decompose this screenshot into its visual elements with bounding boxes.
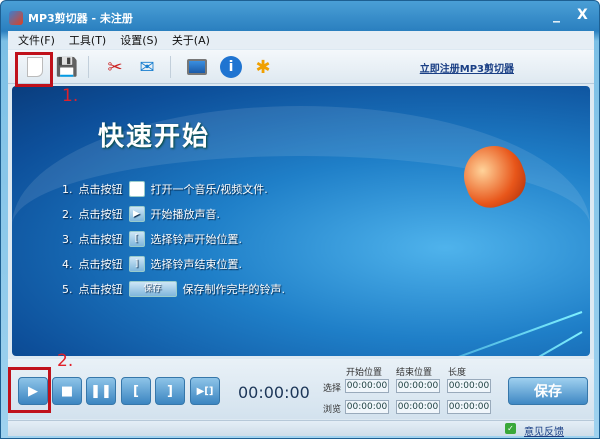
menu-bar: 文件(F) 工具(T) 设置(S) 关于(A) [8,31,594,49]
mark-start-icon: [ [128,231,145,247]
header-end: 结束位置 [396,368,433,378]
menu-about[interactable]: 关于(A) [172,32,210,48]
app-icon [9,11,23,25]
select-start-field[interactable]: 00:00:00 [345,379,389,393]
save-button[interactable]: 保存 [508,377,588,405]
annotation-box-1 [15,52,53,87]
step-1: 1. 点击按钮 打开一个音乐/视频文件. [62,181,268,197]
screen-icon[interactable] [184,54,210,80]
quick-start-panel: 快速开始 1. 点击按钮 打开一个音乐/视频文件. 2. 点击按钮 ▶ 开始播放声音. 3… [12,86,590,356]
select-end-field[interactable]: 00:00:00 [396,379,440,393]
row-label-browse: 浏览 [323,405,342,415]
pause-button[interactable]: ❚❚ [86,377,116,405]
row-label-select: 选择 [323,384,342,394]
toolbar-separator [88,56,89,78]
annotation-label-2: 2. [57,351,74,371]
annotation-label-1: 1. [62,86,79,106]
play-icon: ▶ [128,206,145,222]
status-bar: ✓ 意见反馈 [8,420,594,438]
save-button-sample: 保存 [128,281,177,297]
menu-tools[interactable]: 工具(T) [69,32,106,48]
play-selection-button[interactable]: ▶[] [190,377,220,405]
info-icon[interactable]: i [218,54,244,80]
title-bar: MP3剪切器 - 未注册 [9,9,133,27]
mark-start-button[interactable]: [ [121,377,151,405]
scissors-icon[interactable]: ✂ [102,54,128,80]
annotation-box-2 [8,367,51,413]
browse-end-field[interactable]: 00:00:00 [396,400,440,414]
step-4: 4. 点击按钮] 选择铃声结束位置. [62,256,242,272]
toolbar: 💾 ✂ ✉ i ✱ 立即注册MP3剪切器 [8,50,594,84]
step-5: 5. 点击按钮 保存 保存制作完毕的铃声. [62,281,285,297]
header-length: 长度 [448,368,467,378]
browse-start-field[interactable]: 00:00:00 [345,400,389,414]
mail-icon[interactable]: ✉ [134,54,160,80]
save-disk-icon[interactable]: 💾 [54,54,80,80]
feedback-link[interactable]: 意见反馈 [524,423,564,438]
close-button[interactable]: X [577,7,588,23]
toolbar-separator [170,56,171,78]
stop-button[interactable]: ■ [52,377,82,405]
playback-controls: ▶ ■ ❚❚ [ ] ▶[] 00:00:00 开始位置 结束位置 长度 选择 … [8,359,594,419]
person-icon[interactable]: ✱ [250,54,276,80]
step-3: 3. 点击按钮[选择铃声开始位置. [62,231,242,247]
header-start: 开始位置 [346,368,383,378]
minimize-button[interactable]: _ [553,7,560,23]
step-2: 2. 点击按钮 ▶ 开始播放声音. [62,206,220,222]
current-time: 00:00:00 [238,383,310,402]
app-window: MP3剪切器 - 未注册 _ X 文件(F) 工具(T) 设置(S) 关于(A)… [0,0,600,439]
browse-length-field[interactable]: 00:00:00 [447,400,491,414]
menu-file[interactable]: 文件(F) [18,32,55,48]
menu-settings[interactable]: 设置(S) [120,32,158,48]
mark-end-button[interactable]: ] [155,377,185,405]
open-file-icon [128,181,145,197]
select-length-field[interactable]: 00:00:00 [447,379,491,393]
client-area: 文件(F) 工具(T) 设置(S) 关于(A) 💾 ✂ ✉ i ✱ 立即注册MP… [8,31,594,438]
mark-end-icon: ] [128,256,145,272]
window-title: MP3剪切器 - 未注册 [28,12,133,25]
register-link[interactable]: 立即注册MP3剪切器 [420,60,514,75]
quick-start-title: 快速开始 [98,122,211,152]
check-icon: ✓ [505,423,516,434]
